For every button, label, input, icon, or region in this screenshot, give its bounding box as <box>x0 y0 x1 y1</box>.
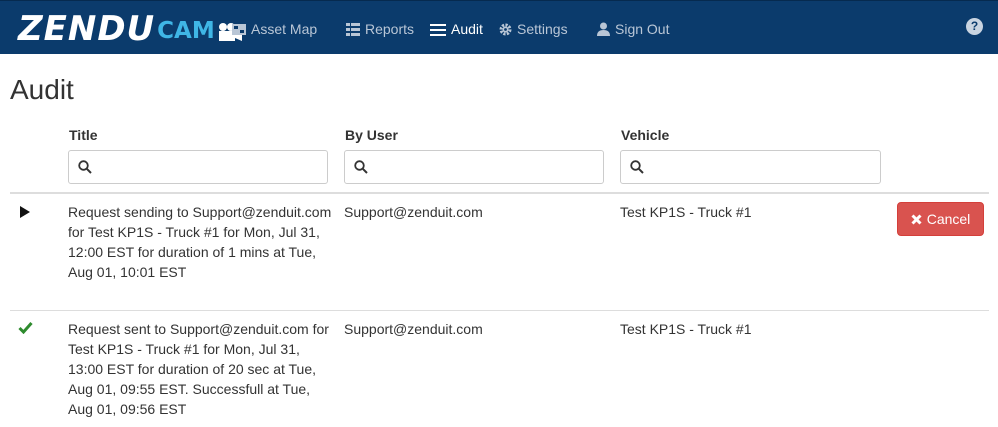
gear-icon <box>499 23 512 35</box>
row-by-user: Support@zenduit.com <box>344 321 483 337</box>
row-divider <box>10 310 989 311</box>
row-vehicle: Test KP1S - Truck #1 <box>620 321 752 337</box>
play-icon[interactable] <box>19 206 31 218</box>
by-user-filter <box>344 150 604 184</box>
page-title: Audit <box>10 74 74 105</box>
row-vehicle: Test KP1S - Truck #1 <box>620 204 752 220</box>
check-icon <box>18 322 33 334</box>
row-title: Request sent to Support@zenduit.com for … <box>68 321 329 417</box>
nav-audit-label: Audit <box>451 21 483 37</box>
search-icon <box>354 160 368 174</box>
table-icon <box>346 22 360 36</box>
help-icon[interactable]: ? <box>966 18 983 35</box>
nav-settings[interactable]: Settings <box>499 19 568 39</box>
nav-audit[interactable]: Audit <box>430 19 483 39</box>
row-title: Request sending to Support@zenduit.com f… <box>68 204 332 280</box>
logo-cam-text: CAM <box>157 18 215 44</box>
cancel-button[interactable]: Cancel <box>897 202 984 236</box>
nav-sign-out-label: Sign Out <box>615 21 670 37</box>
nav-reports[interactable]: Reports <box>346 19 414 39</box>
close-icon <box>911 213 922 225</box>
nav-settings-label: Settings <box>517 21 568 37</box>
title-filter-input[interactable] <box>99 152 306 182</box>
column-header-vehicle: Vehicle <box>621 127 670 143</box>
vehicle-filter-input[interactable] <box>651 152 859 182</box>
user-icon <box>597 22 610 36</box>
search-icon <box>630 160 644 174</box>
column-header-title: Title <box>69 127 98 143</box>
top-navbar: ZENDU CAM Asset Map Reports Audit Settin… <box>0 0 998 54</box>
nav-asset-map[interactable]: Asset Map <box>232 19 317 39</box>
nav-reports-label: Reports <box>365 21 415 37</box>
vehicle-filter <box>620 150 881 184</box>
title-filter <box>68 150 328 184</box>
nav-sign-out[interactable]: Sign Out <box>597 19 669 39</box>
cancel-button-label: Cancel <box>926 211 971 227</box>
nav-asset-map-label: Asset Map <box>251 21 318 37</box>
hamburger-icon <box>430 23 446 36</box>
header-divider <box>10 192 989 194</box>
zenducam-logo[interactable]: ZENDU CAM <box>18 8 243 46</box>
map-icon <box>232 23 246 35</box>
search-icon <box>78 160 92 174</box>
row-by-user: Support@zenduit.com <box>344 204 483 220</box>
by-user-filter-input[interactable] <box>375 152 582 182</box>
logo-zendu-text: ZENDU <box>18 9 156 49</box>
column-header-by-user: By User <box>345 127 398 143</box>
